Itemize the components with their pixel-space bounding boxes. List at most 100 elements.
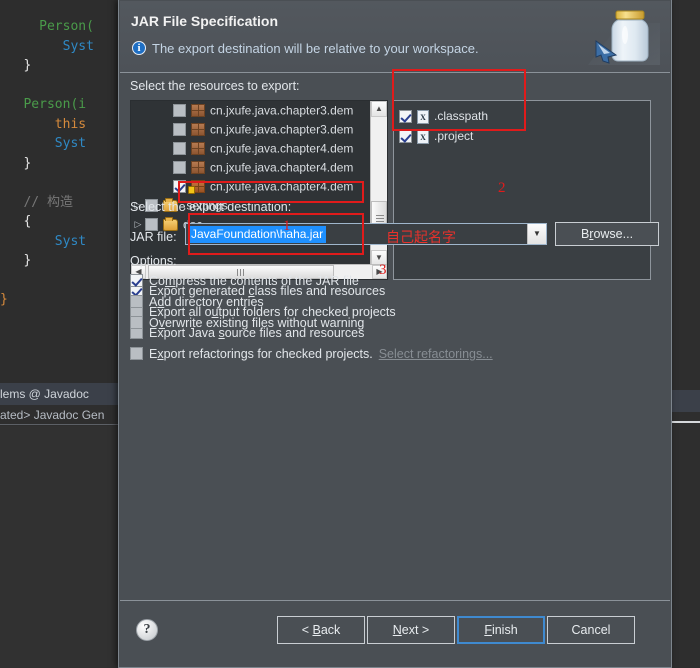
code-token: Syst — [54, 233, 87, 249]
file-row[interactable]: X .project — [399, 126, 650, 146]
scroll-up-arrow-icon[interactable]: ▲ — [371, 101, 387, 117]
tree-row[interactable]: cn.jxufe.java.chapter3.dem — [131, 120, 358, 139]
code-line: Syst — [0, 37, 120, 57]
resource-file-panel[interactable]: X .classpath X .project — [393, 100, 651, 280]
code-line: } — [0, 251, 120, 271]
file-row-checkbox[interactable] — [399, 130, 412, 144]
code-line: Syst — [0, 232, 120, 252]
code-token: Person( — [39, 19, 94, 34]
chevron-down-icon[interactable]: ▼ — [527, 224, 546, 244]
file-row-checkbox[interactable] — [399, 110, 412, 124]
code-token: Syst — [62, 38, 94, 54]
tree-row-checkbox[interactable] — [173, 161, 186, 175]
xml-file-icon: X — [417, 109, 429, 124]
package-icon — [191, 123, 205, 137]
right-divider — [672, 421, 700, 423]
bottom-view-panel: lems @ Javadoc ated> Javadoc Gen — [0, 383, 120, 668]
code-editor-area[interactable]: Person( Syst } Person(i this Syst } // 构… — [0, 0, 120, 383]
option-checkbox[interactable] — [130, 295, 143, 308]
option-row[interactable]: Add directory entries — [130, 295, 264, 309]
mnemonic-char: B — [312, 623, 321, 637]
javadoc-status-line: ated> Javadoc Gen — [0, 405, 120, 425]
code-line: } — [0, 56, 120, 76]
mnemonic-char: v — [158, 316, 165, 330]
jar-file-input[interactable]: JavaFoundation\haha.jar — [188, 226, 327, 243]
view-tab-labels[interactable]: lems @ Javadoc — [0, 387, 89, 401]
finish-button[interactable]: Finish — [457, 616, 545, 644]
dialog-footer: ? < Back Next > Finish Cancel — [120, 600, 670, 666]
back-button[interactable]: < Back — [277, 616, 365, 644]
next-button[interactable]: Next > — [367, 616, 455, 644]
mnemonic-char: r — [589, 227, 594, 241]
xml-file-icon: X — [417, 129, 429, 144]
export-option-checkbox[interactable] — [130, 347, 143, 360]
option-row[interactable]: Overwrite existing files without warning — [130, 316, 364, 330]
code-token: } — [23, 253, 32, 268]
code-token: } — [23, 155, 32, 171]
tree-row-label: cn.jxufe.java.chapter3.dem — [210, 122, 354, 137]
package-icon — [191, 142, 205, 156]
view-tab-bar[interactable]: lems @ Javadoc — [0, 383, 120, 405]
right-tab-strip — [672, 390, 700, 412]
tree-row[interactable]: cn.jxufe.java.chapter4.dem — [131, 158, 358, 177]
code-line: Person(i — [0, 95, 120, 115]
annotation-number-1: 1 — [283, 218, 291, 234]
package-icon — [191, 161, 205, 175]
tree-row[interactable]: cn.jxufe.java.chapter4.dem — [131, 139, 358, 158]
code-line: Person( — [0, 17, 120, 37]
code-token: } — [23, 58, 32, 73]
option-label: Add directory entries — [149, 295, 264, 309]
dialog-body: Select the resources to export: cn.jxufe… — [120, 69, 670, 600]
code-line: } — [0, 154, 120, 174]
tree-row[interactable]: cn.jxufe.java.chapter3.dem — [131, 101, 358, 120]
annotation-number-3: 3 — [379, 262, 387, 278]
select-refactorings-link[interactable]: Select refactorings... — [379, 347, 493, 361]
tree-row-checkbox[interactable] — [173, 142, 186, 156]
code-token: { — [23, 214, 32, 229]
file-row[interactable]: X .classpath — [399, 106, 650, 126]
option-row[interactable]: Compress the contents of the JAR file — [130, 274, 359, 288]
resource-tree-panel[interactable]: cn.jxufe.java.chapter3.dem cn.jxufe.java… — [130, 100, 388, 280]
export-option-row[interactable]: Export refactorings for checked projects… — [130, 347, 493, 361]
jar-file-icon — [588, 10, 660, 65]
tree-row[interactable]: cn.jxufe.java.chapter4.dem — [131, 177, 358, 196]
jar-file-combo[interactable]: JavaFoundation\haha.jar ▼ — [185, 223, 547, 245]
tree-row-label: cn.jxufe.java.chapter4.dem — [210, 179, 354, 194]
mnemonic-char: m — [164, 274, 176, 288]
tree-row-label: cn.jxufe.java.chapter3.dem — [210, 103, 354, 118]
dialog-title-band: JAR File Specification i The export dest… — [120, 1, 670, 73]
package-icon — [191, 104, 205, 118]
cancel-button[interactable]: Cancel — [547, 616, 635, 644]
mnemonic-char: x — [157, 347, 164, 361]
page-title: JAR File Specification — [131, 13, 279, 29]
option-checkbox[interactable] — [130, 316, 143, 329]
help-button[interactable]: ? — [136, 619, 158, 641]
options-label: Options: — [130, 254, 177, 268]
code-token: Syst — [54, 136, 87, 151]
option-checkbox[interactable] — [130, 274, 143, 287]
lock-badge-icon — [188, 186, 195, 195]
code-line: { — [0, 212, 120, 232]
code-token: this — [54, 116, 87, 132]
code-token: // 构造 — [23, 194, 73, 210]
code-token: } — [0, 292, 8, 307]
destination-label: Select the export destination: — [130, 200, 292, 214]
option-label: Compress the contents of the JAR file — [149, 274, 359, 288]
tree-row-checkbox[interactable] — [173, 104, 186, 118]
tree-row-checkbox[interactable] — [173, 123, 186, 137]
browse-button[interactable]: Browse... — [555, 222, 659, 246]
code-line: // 构造 — [0, 193, 120, 213]
tree-row-checkbox[interactable] — [173, 180, 186, 194]
scroll-grip-icon — [376, 215, 384, 222]
